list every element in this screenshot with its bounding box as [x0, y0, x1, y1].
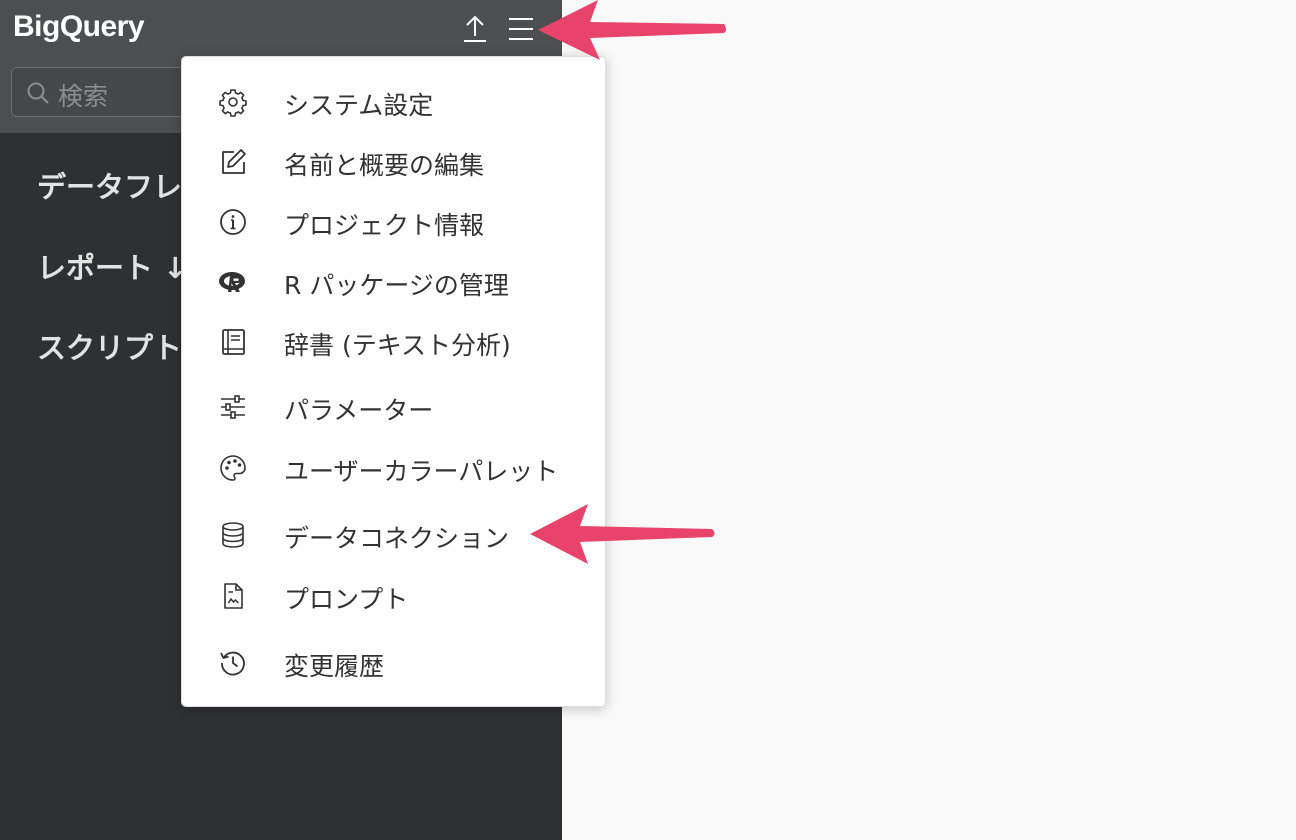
menu-item-label: プロジェクト情報 — [284, 211, 485, 240]
upload-icon — [464, 15, 486, 42]
project-menu-dropdown: システム設定 名前と概要の編集 プロジェクト情報 R パッケージの管理 辞書 (… — [181, 56, 606, 707]
sidebar-item-dataframes[interactable]: データフレ — [37, 164, 182, 206]
palette-icon — [220, 455, 246, 481]
menu-item-label: R パッケージの管理 — [284, 271, 509, 300]
menu-item-system-settings[interactable]: システム設定 — [182, 76, 605, 128]
annotation-arrow-menu — [538, 0, 726, 60]
menu-item-label: 名前と概要の編集 — [284, 151, 485, 180]
menu-item-edit-name[interactable]: 名前と概要の編集 — [182, 136, 605, 188]
history-icon — [220, 651, 245, 676]
menu-item-label: 変更履歴 — [284, 652, 385, 681]
database-icon — [222, 522, 244, 548]
menu-item-dictionary[interactable]: 辞書 (テキスト分析) — [182, 316, 605, 368]
r-logo-icon — [219, 272, 245, 292]
app-title: BigQuery — [13, 10, 145, 43]
menu-item-parameters[interactable]: パラメーター — [182, 381, 605, 433]
menu-item-label: プロンプト — [284, 585, 409, 614]
menu-item-user-color-palette[interactable]: ユーザーカラーパレット — [182, 442, 605, 494]
menu-item-project-info[interactable]: プロジェクト情報 — [182, 196, 605, 248]
search-placeholder: 検索 — [58, 82, 109, 111]
menu-item-change-history[interactable]: 変更履歴 — [182, 637, 605, 689]
annotation-arrow-data-connection — [530, 504, 715, 564]
menu-item-label: パラメーター — [284, 396, 434, 425]
upload-button[interactable] — [458, 12, 492, 46]
info-icon — [220, 209, 246, 235]
sidebar-item-scripts[interactable]: スクリプト — [37, 325, 182, 367]
menu-item-label: 辞書 (テキスト分析) — [284, 331, 511, 360]
document-icon — [224, 583, 243, 609]
edit-icon — [222, 149, 246, 174]
menu-item-label: システム設定 — [284, 91, 434, 120]
menu-item-prompt[interactable]: プロンプト — [182, 570, 605, 622]
search-icon — [27, 82, 49, 104]
sliders-icon — [221, 395, 245, 419]
gear-icon — [219, 89, 247, 117]
book-icon — [222, 329, 245, 355]
sidebar-item-reports[interactable]: レポート ↓ — [37, 245, 187, 287]
menu-item-label: データコネクション — [284, 524, 510, 553]
menu-item-r-packages[interactable]: R パッケージの管理 — [182, 256, 605, 308]
menu-item-label: ユーザーカラーパレット — [284, 457, 559, 486]
